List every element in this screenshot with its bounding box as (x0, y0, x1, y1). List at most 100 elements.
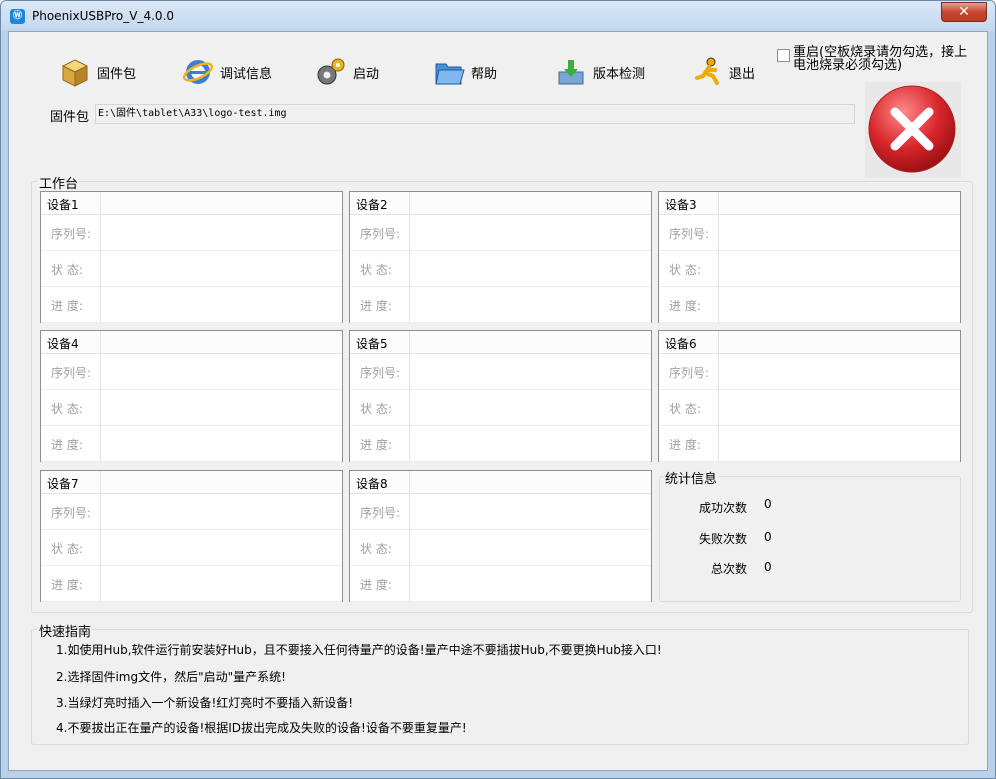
exit-button[interactable]: 退出 (691, 54, 755, 90)
restart-checkbox[interactable] (777, 49, 790, 62)
column-divider (100, 529, 101, 565)
device-progress-label: 进 度: (360, 578, 392, 592)
debug-info-button[interactable]: 调试信息 (182, 54, 272, 90)
device-status-row: 状 态: (659, 250, 960, 287)
column-divider (409, 331, 410, 353)
device-panel-8: 设备8 序列号: 状 态: 进 度: (349, 470, 652, 602)
device-serial-label: 序列号: (360, 227, 401, 241)
download-icon (555, 56, 587, 88)
column-divider (718, 331, 719, 353)
guide-line-2: 2.选择固件img文件，然后"启动"量产系统! (56, 670, 286, 684)
device-serial-row: 序列号: (41, 353, 342, 390)
column-divider (100, 353, 101, 389)
error-x-icon (868, 85, 956, 173)
version-check-button-label: 版本检测 (593, 66, 646, 82)
device-panel-5: 设备5 序列号: 状 态: 进 度: (349, 330, 652, 462)
device-name: 设备3 (665, 198, 697, 212)
total-count-label: 总次数 (710, 562, 747, 576)
column-divider (409, 250, 410, 286)
column-divider (409, 471, 410, 493)
total-count-value: 0 (764, 560, 772, 574)
device-header: 设备8 (350, 471, 651, 494)
firmware-path-label: 固件包 (50, 110, 90, 125)
device-progress-label: 进 度: (669, 438, 701, 452)
ie-icon (182, 56, 214, 88)
device-status-label: 状 态: (360, 263, 392, 277)
device-progress-row: 进 度: (659, 425, 960, 462)
device-header: 设备3 (659, 192, 960, 215)
device-serial-label: 序列号: (360, 506, 401, 520)
start-button-label: 启动 (353, 66, 380, 82)
client-area: 固件包 调试信息 启动 帮助 版本检测 退出 重启(空板烧录请勿勾选，接上电池烧… (8, 31, 988, 771)
debug-info-button-label: 调试信息 (220, 66, 273, 82)
column-divider (718, 425, 719, 461)
window-title: PhoenixUSBPro_V_4.0.0 (32, 9, 175, 23)
help-button-label: 帮助 (471, 66, 498, 82)
guide-line-1: 1.如使用Hub,软件运行前安装好Hub，且不要接入任何待量产的设备!量产中途不… (56, 643, 662, 657)
device-status-label: 状 态: (360, 402, 392, 416)
device-name: 设备6 (665, 337, 697, 351)
device-serial-label: 序列号: (360, 366, 401, 380)
device-progress-row: 进 度: (41, 565, 342, 602)
column-divider (100, 471, 101, 493)
title-bar: Ⓦ PhoenixUSBPro_V_4.0.0 ✕ (1, 1, 995, 31)
guide-line-3: 3.当绿灯亮时插入一个新设备!红灯亮时不要插入新设备! (56, 696, 354, 710)
column-divider (409, 389, 410, 425)
column-divider (409, 565, 410, 601)
firmware-path-field[interactable]: E:\固件\tablet\A33\logo-test.img (95, 104, 855, 124)
device-panel-3: 设备3 序列号: 状 态: 进 度: (658, 191, 961, 323)
firmware-button[interactable]: 固件包 (59, 54, 136, 90)
device-status-label: 状 态: (669, 402, 701, 416)
device-progress-label: 进 度: (51, 438, 83, 452)
device-status-row: 状 态: (350, 250, 651, 287)
start-button[interactable]: 启动 (315, 54, 379, 90)
device-progress-row: 进 度: (41, 286, 342, 323)
device-name: 设备8 (356, 477, 388, 491)
device-status-label: 状 态: (360, 542, 392, 556)
device-header: 设备2 (350, 192, 651, 215)
column-divider (718, 192, 719, 214)
app-window: Ⓦ PhoenixUSBPro_V_4.0.0 ✕ 固件包 调试信息 启动 帮助… (0, 0, 996, 779)
device-progress-row: 进 度: (659, 286, 960, 323)
restart-label: 重启(空板烧录请勿勾选，接上电池烧录必须勾选) (793, 45, 968, 73)
column-divider (409, 353, 410, 389)
device-progress-row: 进 度: (350, 425, 651, 462)
device-panel-4: 设备4 序列号: 状 态: 进 度: (40, 330, 343, 462)
quick-guide-title: 快速指南 (37, 621, 94, 640)
device-status-row: 状 态: (41, 529, 342, 566)
device-serial-row: 序列号: (659, 353, 960, 390)
device-progress-label: 进 度: (51, 578, 83, 592)
column-divider (718, 250, 719, 286)
device-name: 设备7 (47, 477, 79, 491)
device-serial-row: 序列号: (350, 214, 651, 251)
device-serial-row: 序列号: (41, 493, 342, 530)
device-status-label: 状 态: (51, 402, 83, 416)
device-header: 设备7 (41, 471, 342, 494)
app-icon: Ⓦ (10, 9, 25, 24)
column-divider (409, 286, 410, 322)
device-serial-label: 序列号: (669, 227, 710, 241)
device-status-label: 状 态: (669, 263, 701, 277)
column-divider (100, 425, 101, 461)
device-status-row: 状 态: (350, 529, 651, 566)
fail-count-label: 失败次数 (698, 532, 747, 546)
device-progress-label: 进 度: (51, 299, 83, 313)
status-indicator (865, 82, 961, 178)
column-divider (100, 214, 101, 250)
device-name: 设备5 (356, 337, 388, 351)
device-status-label: 状 态: (51, 542, 83, 556)
folder-icon (433, 56, 465, 88)
version-check-button[interactable]: 版本检测 (555, 54, 645, 90)
device-header: 设备4 (41, 331, 342, 354)
stats-title: 统计信息 (663, 468, 720, 487)
device-serial-label: 序列号: (51, 506, 92, 520)
running-man-icon (691, 56, 723, 88)
exit-button-label: 退出 (729, 66, 756, 82)
close-button[interactable]: ✕ (941, 2, 987, 22)
gears-icon (315, 56, 347, 88)
firmware-button-label: 固件包 (97, 66, 137, 82)
device-serial-label: 序列号: (51, 366, 92, 380)
device-panel-1: 设备1 序列号: 状 态: 进 度: (40, 191, 343, 323)
help-button[interactable]: 帮助 (433, 54, 497, 90)
device-name: 设备2 (356, 198, 388, 212)
